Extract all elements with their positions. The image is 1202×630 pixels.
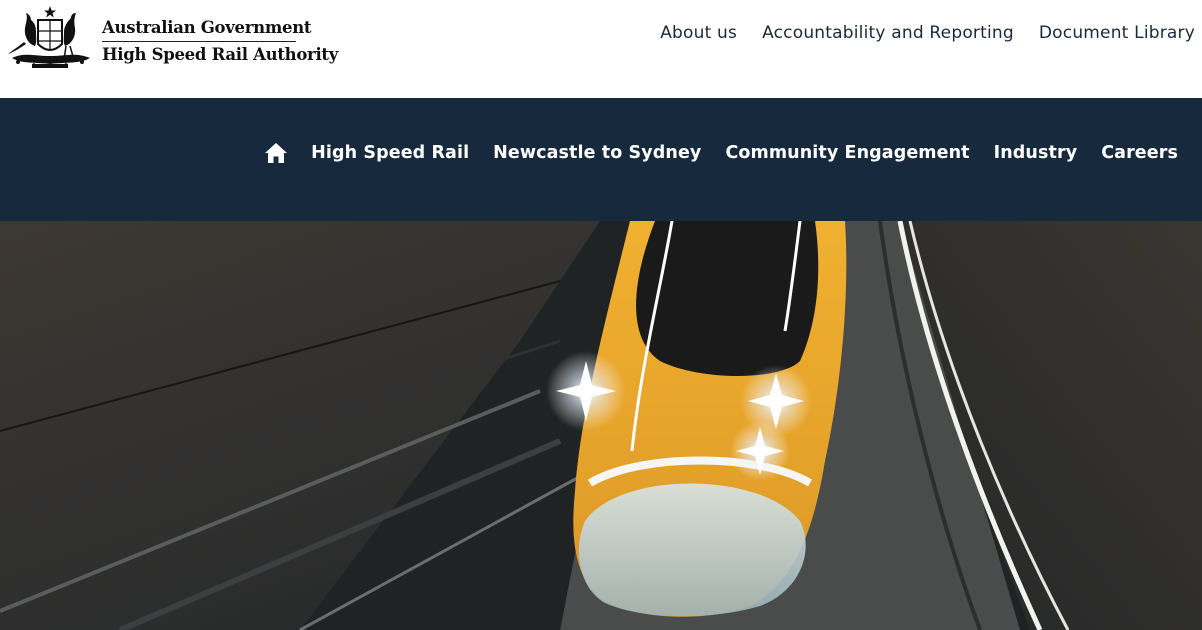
logo-government-text: Australian Government bbox=[102, 18, 312, 37]
nav-item-home bbox=[265, 143, 288, 163]
nav-link-careers[interactable]: Careers bbox=[1101, 143, 1178, 163]
logo-divider bbox=[102, 41, 296, 42]
logo-wordmark: Australian Government High Speed Rail Au… bbox=[102, 18, 338, 65]
hero-train-tunnel-image bbox=[0, 221, 1202, 630]
coat-of-arms-icon bbox=[8, 6, 90, 68]
nav-link-newcastle-to-sydney[interactable]: Newcastle to Sydney bbox=[493, 143, 701, 163]
nav-item-newcastle-to-sydney: Newcastle to Sydney bbox=[493, 143, 701, 163]
utility-link-about-us[interactable]: About us bbox=[660, 23, 737, 43]
site-header: Australian Government High Speed Rail Au… bbox=[0, 0, 1202, 98]
nav-link-industry[interactable]: Industry bbox=[994, 143, 1078, 163]
home-link[interactable] bbox=[265, 143, 288, 163]
nav-item-careers: Careers bbox=[1101, 143, 1178, 163]
utility-link-accountability[interactable]: Accountability and Reporting bbox=[762, 23, 1014, 43]
nav-link-community-engagement[interactable]: Community Engagement bbox=[725, 143, 969, 163]
nav-item-high-speed-rail: High Speed Rail bbox=[311, 143, 469, 163]
utility-nav: About us Accountability and Reporting Do… bbox=[635, 23, 1195, 43]
nav-item-industry: Industry bbox=[994, 143, 1078, 163]
nav-item-community-engagement: Community Engagement bbox=[725, 143, 969, 163]
main-nav-list: High Speed Rail Newcastle to Sydney Comm… bbox=[265, 143, 1178, 163]
utility-link-document-library[interactable]: Document Library bbox=[1039, 23, 1195, 43]
nav-link-high-speed-rail[interactable]: High Speed Rail bbox=[311, 143, 469, 163]
home-icon bbox=[265, 143, 288, 163]
hero-banner bbox=[0, 221, 1202, 630]
main-nav: High Speed Rail Newcastle to Sydney Comm… bbox=[0, 98, 1202, 221]
site-logo[interactable]: Australian Government High Speed Rail Au… bbox=[4, 4, 338, 72]
logo-authority-text: High Speed Rail Authority bbox=[102, 45, 339, 64]
